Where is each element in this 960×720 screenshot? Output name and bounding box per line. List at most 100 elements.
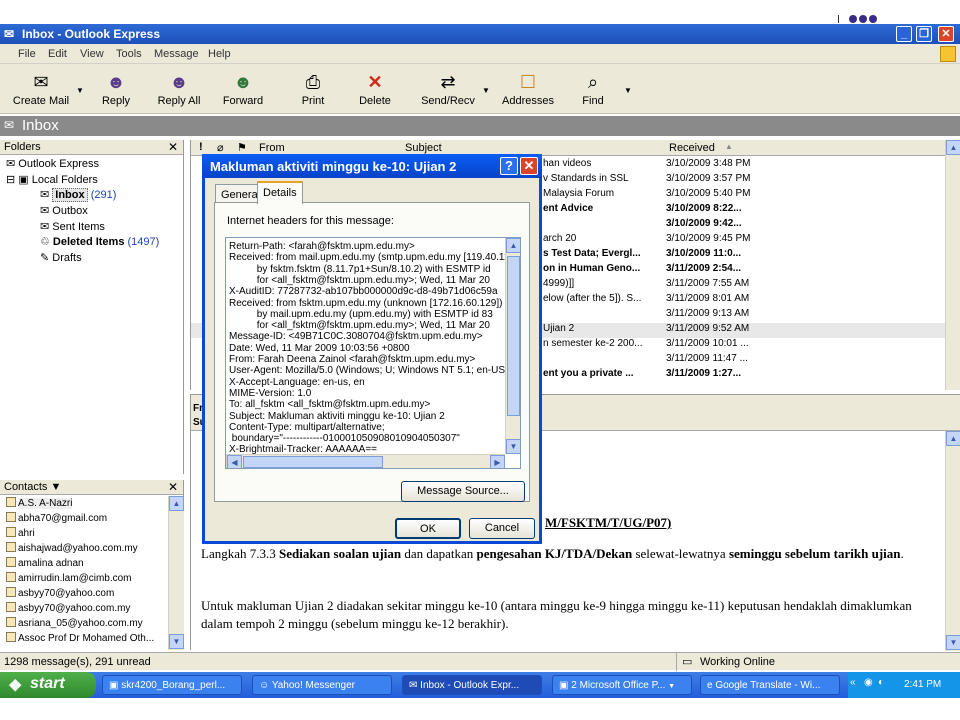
delete-button[interactable]: ✕ Delete xyxy=(356,64,394,114)
menu-file[interactable]: File xyxy=(18,48,36,60)
start-button[interactable]: ❖ start xyxy=(0,672,96,698)
dialog-close-icon[interactable]: ✕ xyxy=(520,157,538,175)
scroll-left-icon[interactable]: ◀ xyxy=(227,455,242,468)
forward-button[interactable]: ☻ Forward xyxy=(220,64,266,114)
contact-item[interactable]: asbyy70@yahoo.com.my xyxy=(6,602,130,614)
hscroll-thumb[interactable] xyxy=(243,456,383,468)
send-recv-button[interactable]: ⇄ Send/Recv xyxy=(420,64,476,114)
contact-item[interactable]: asriana_05@yahoo.com.my xyxy=(6,617,143,629)
scroll-up-icon[interactable]: ▲ xyxy=(169,496,184,511)
tray-expand-icon[interactable]: « xyxy=(850,677,856,688)
contact-item[interactable]: amirrudin.lam@cimb.com xyxy=(6,572,132,584)
column-subject[interactable]: Subject xyxy=(405,142,442,154)
task-google-translate[interactable]: e Google Translate - Wi... xyxy=(700,675,840,695)
folder-outlook-express[interactable]: ✉ Outlook Express xyxy=(6,157,99,170)
contact-item[interactable]: ahri xyxy=(6,527,35,539)
task-office-powerpoint[interactable]: ▣ 2 Microsoft Office P... ▼ xyxy=(552,675,692,695)
print-button[interactable]: ⎙ Print xyxy=(296,64,330,114)
contact-item[interactable]: abha70@gmail.com xyxy=(6,512,107,524)
list-scrollbar[interactable]: ▲ xyxy=(945,140,960,390)
contact-item[interactable]: aishajwad@yahoo.com.my xyxy=(6,542,138,554)
window-titlebar[interactable]: ✉ Inbox - Outlook Express _ ❐ ✕ xyxy=(0,24,960,44)
reply-all-button[interactable]: ☻ Reply All xyxy=(156,64,202,114)
send-receive-icon: ⇄ xyxy=(440,72,456,92)
system-tray: « ◉ ◐ 2:41 PM xyxy=(848,672,960,698)
contact-card-icon xyxy=(6,557,16,567)
scroll-down-icon[interactable]: ▼ xyxy=(946,635,960,650)
restore-icon[interactable]: ❐ xyxy=(916,26,932,42)
addresses-button[interactable]: ☐ Addresses xyxy=(502,64,554,114)
folder-inbox[interactable]: ✉ Inbox (291) xyxy=(40,188,116,202)
column-from[interactable]: From xyxy=(259,142,285,154)
headers-hscrollbar[interactable]: ◀ ▶ xyxy=(226,454,505,468)
column-received[interactable]: Received xyxy=(669,142,715,154)
header-line: Received: from mail.upm.edu.my (smtp.upm… xyxy=(229,252,510,264)
tray-network-icon[interactable]: ◉ xyxy=(864,677,873,688)
task-skr4200[interactable]: ▣ skr4200_Borang_perl... xyxy=(102,675,242,695)
attachment-column-icon[interactable]: ⌀ xyxy=(217,141,224,154)
folder-local-folders[interactable]: ⊟ ▣ Local Folders xyxy=(6,173,98,186)
headers-vscrollbar[interactable]: ▲ ▼ xyxy=(505,238,520,454)
folder-sent-items[interactable]: ✉ Sent Items xyxy=(40,220,105,233)
menu-message[interactable]: Message xyxy=(154,48,199,60)
contact-card-icon xyxy=(6,587,16,597)
close-icon[interactable]: ✕ xyxy=(938,26,954,42)
details-tab-panel: Internet headers for this message: Retur… xyxy=(214,202,530,502)
folder-deleted-items[interactable]: ♲ Deleted Items (1497) xyxy=(40,235,159,248)
contact-item[interactable]: Assoc Prof Dr Mohamed Oth... xyxy=(6,632,154,644)
contacts-header[interactable]: Contacts ▼ ✕ xyxy=(0,480,183,495)
create-mail-button[interactable]: ✉ Create Mail xyxy=(10,64,72,114)
message-source-button[interactable]: Message Source... xyxy=(401,481,525,502)
scroll-thumb[interactable] xyxy=(507,256,520,416)
row-subject: ent you a private ... xyxy=(543,368,634,379)
scroll-up-icon[interactable]: ▲ xyxy=(506,238,520,253)
contact-item[interactable]: asbyy70@yahoo.com xyxy=(6,587,114,599)
contact-item[interactable]: A.S. A-Nazri xyxy=(6,497,73,509)
menu-tools[interactable]: Tools xyxy=(116,48,142,60)
internet-headers-textbox[interactable]: Return-Path: <farah@fsktm.upm.edu.my> Rec… xyxy=(225,237,521,469)
message-properties-dialog: Makluman aktiviti minggu ke-10: Ujian 2 … xyxy=(202,154,542,544)
menu-edit[interactable]: Edit xyxy=(48,48,67,60)
close-contacts-icon[interactable]: ✕ xyxy=(168,480,178,494)
computer-icon: ▭ xyxy=(682,656,693,668)
sendrecv-dropdown-arrow-icon[interactable]: ▼ xyxy=(482,86,490,95)
yahoo-messenger-icon: ☺ xyxy=(259,680,272,691)
scroll-down-icon[interactable]: ▼ xyxy=(506,439,520,454)
outlook-icon: ✉ xyxy=(409,680,421,691)
tab-details[interactable]: Details xyxy=(257,181,303,204)
header-line: Subject: Makluman aktiviti minggu ke-10:… xyxy=(229,410,445,422)
cancel-button[interactable]: Cancel xyxy=(469,518,535,539)
tray-volume-icon[interactable]: ◐ xyxy=(878,677,884,688)
menu-help[interactable]: Help xyxy=(208,48,231,60)
contacts-scrollbar[interactable]: ▲ ▼ xyxy=(168,496,184,650)
help-icon[interactable]: ? xyxy=(500,157,518,175)
flag-column-icon[interactable]: ⚑ xyxy=(237,141,247,154)
create-dropdown-arrow-icon[interactable]: ▼ xyxy=(76,86,84,95)
headers-label: Internet headers for this message: xyxy=(227,215,394,227)
contact-item[interactable]: amalina adnan xyxy=(6,557,84,569)
scroll-up-icon[interactable]: ▲ xyxy=(946,140,960,155)
reply-button[interactable]: ☻ Reply xyxy=(94,64,138,114)
tray-clock[interactable]: 2:41 PM xyxy=(904,679,941,690)
header-line: User-Agent: Mozilla/5.0 (Windows; U; Win… xyxy=(229,365,506,377)
scroll-down-icon[interactable]: ▼ xyxy=(169,634,184,649)
dialog-titlebar[interactable]: Makluman aktiviti minggu ke-10: Ujian 2 … xyxy=(202,154,542,178)
preview-scrollbar[interactable]: ▲ ▼ xyxy=(945,431,960,651)
menu-view[interactable]: View xyxy=(80,48,104,60)
folder-outbox[interactable]: ✉ Outbox xyxy=(40,204,88,217)
ok-button[interactable]: OK xyxy=(395,518,461,539)
header-line: for <all_fsktm@fsktm.upm.edu.my>; Wed, 1… xyxy=(229,274,490,286)
task-yahoo-messenger[interactable]: ☺ Yahoo! Messenger xyxy=(252,675,392,695)
contact-card-icon xyxy=(6,512,16,522)
minimize-icon[interactable]: _ xyxy=(896,26,912,42)
task-outlook-inbox[interactable]: ✉ Inbox - Outlook Expr... xyxy=(402,675,542,695)
find-button[interactable]: ⌕ Find xyxy=(578,64,608,114)
find-dropdown-arrow-icon[interactable]: ▼ xyxy=(624,86,632,95)
priority-column-icon[interactable]: ! xyxy=(199,141,203,153)
scroll-right-icon[interactable]: ▶ xyxy=(490,455,505,468)
collapse-icon[interactable]: ⊟ xyxy=(6,174,18,186)
contact-card-icon xyxy=(6,542,16,552)
close-folders-icon[interactable]: ✕ xyxy=(168,140,178,154)
folder-drafts[interactable]: ✎ Drafts xyxy=(40,251,82,264)
scroll-up-icon[interactable]: ▲ xyxy=(946,431,960,446)
